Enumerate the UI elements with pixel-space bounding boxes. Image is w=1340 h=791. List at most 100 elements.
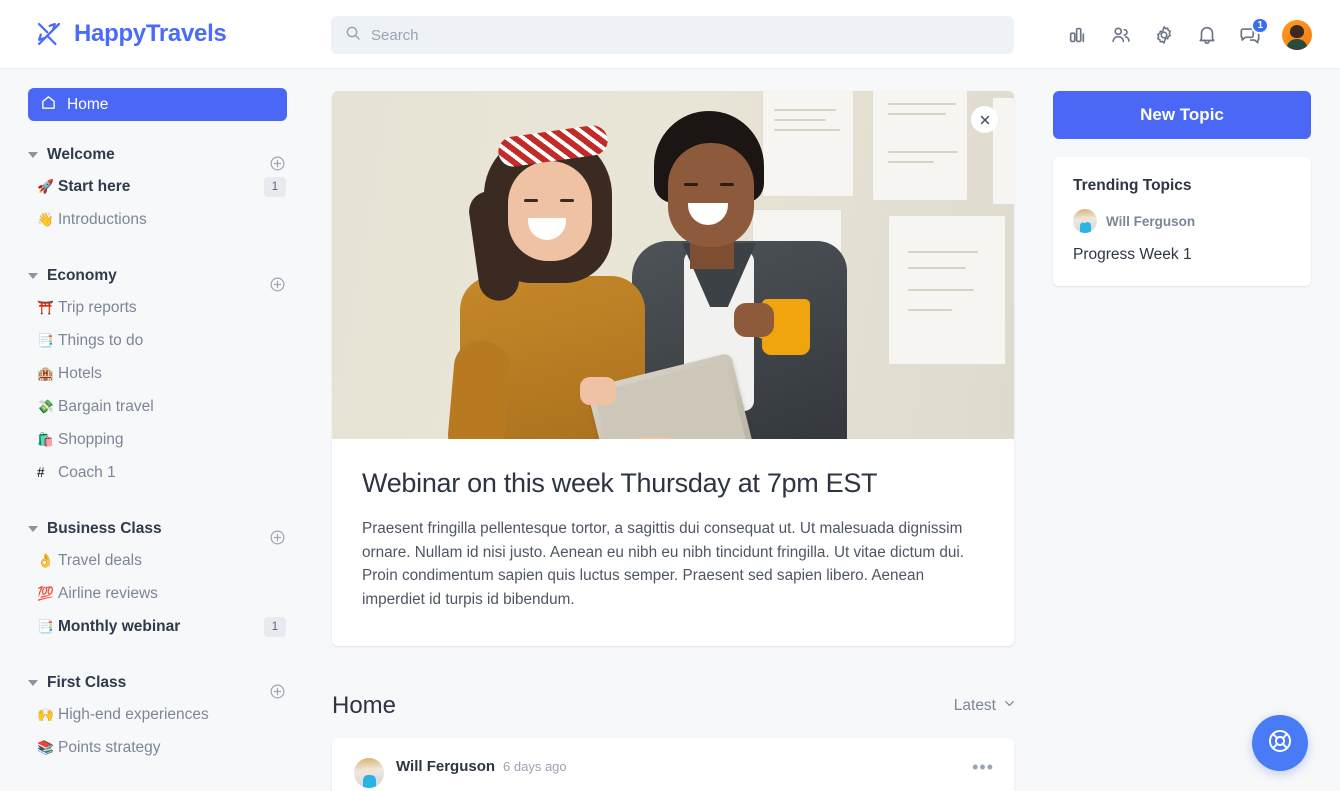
sidebar-item-introductions[interactable]: 👋 Introductions <box>28 203 287 236</box>
brand-name: HappyTravels <box>74 20 227 47</box>
sidebar-item-airline-reviews[interactable]: 💯 Airline reviews <box>28 577 287 610</box>
post-author-avatar <box>354 757 384 788</box>
sidebar-item-trip-reports[interactable]: ⛩️ Trip reports <box>28 291 287 324</box>
sidebar-group: Welcome 🚀 Start here 1 👋 Introductions <box>28 139 287 256</box>
sidebar-item-label: Travel deals <box>58 551 142 569</box>
sidebar-item-label: Hotels <box>58 364 102 382</box>
channel-emoji-icon: 🛍️ <box>37 431 54 447</box>
caret-down-icon <box>28 525 38 532</box>
header-icon-group: 1 <box>1067 0 1312 69</box>
sidebar-item-travel-deals[interactable]: 👌 Travel deals <box>28 544 287 577</box>
sidebar-item-hotels[interactable]: 🏨 Hotels <box>28 357 287 390</box>
sidebar-item-label: Monthly webinar <box>58 617 181 635</box>
channel-emoji-icon: 📑 <box>37 618 54 634</box>
sidebar-item-label: Things to do <box>58 331 144 349</box>
help-support-button[interactable] <box>1252 715 1308 771</box>
page-title: Home <box>332 691 397 719</box>
avatar[interactable] <box>1282 19 1312 50</box>
sidebar-item-things-to-do[interactable]: 📑 Things to do <box>28 324 287 357</box>
trending-topic-author[interactable]: Will Ferguson <box>1073 209 1291 233</box>
airplane-icon <box>35 20 63 48</box>
announcement-banner: Webinar on this week Thursday at 7pm EST… <box>332 91 1014 646</box>
sidebar-item-shopping[interactable]: 🛍️ Shopping <box>28 423 287 456</box>
trending-topic-title[interactable]: Progress Week 1 <box>1073 246 1291 264</box>
sidebar-item-coach-1[interactable]: # Coach 1 <box>28 456 287 489</box>
channel-emoji-icon: ⛩️ <box>37 299 54 315</box>
top-header-bar: HappyTravels Search 1 <box>0 0 1340 69</box>
channel-emoji-icon: 🚀 <box>37 178 54 194</box>
trending-author-name: Will Ferguson <box>1106 213 1196 229</box>
home-icon <box>40 94 57 116</box>
messages-badge: 1 <box>1251 16 1269 34</box>
gear-icon[interactable] <box>1153 24 1175 46</box>
sidebar-item-start-here[interactable]: 🚀 Start here 1 <box>28 170 287 203</box>
unread-count-badge: 1 <box>264 616 286 637</box>
sidebar-item-label: Introductions <box>58 210 147 228</box>
channel-emoji-icon: 🙌 <box>37 706 54 722</box>
sidebar-group: Business Class 👌 Travel deals 💯 Airline revi… <box>28 513 287 663</box>
post-author-name: Will Ferguson <box>396 757 496 775</box>
channel-emoji-icon: 📑 <box>37 332 54 348</box>
sidebar-item-points-strategy[interactable]: 📚 Points strategy <box>28 731 287 764</box>
sidebar-item-label: Airline reviews <box>58 584 158 602</box>
sidebar-item-label: Start here <box>58 177 131 195</box>
sidebar-item-label: Bargain travel <box>58 397 154 415</box>
brand-logo[interactable]: HappyTravels <box>35 20 295 48</box>
caret-down-icon <box>28 272 38 279</box>
sidebar-item-high-end-experiences[interactable]: 🙌 High-end experiences <box>28 698 287 731</box>
search-bar[interactable] <box>331 16 1014 54</box>
sidebar-item-home[interactable]: Home <box>28 88 287 121</box>
post-card[interactable]: Will Ferguson 6 days ago ••• <box>332 737 1014 791</box>
feed-header: Home Latest <box>332 692 1018 720</box>
sidebar-item-label: Coach 1 <box>58 463 116 481</box>
caret-down-icon <box>28 151 38 158</box>
channel-emoji-icon: 👌 <box>37 552 54 568</box>
channel-emoji-icon: 💯 <box>37 585 54 601</box>
post-menu-icon[interactable]: ••• <box>972 758 994 776</box>
sidebar-group-header[interactable]: First Class <box>28 667 287 698</box>
messages-icon[interactable]: 1 <box>1239 16 1269 46</box>
unread-count-badge: 1 <box>264 176 286 197</box>
sidebar-item-label: Trip reports <box>58 298 137 316</box>
sidebar-item-bargain-travel[interactable]: 💸 Bargain travel <box>28 390 287 423</box>
sidebar-group-header[interactable]: Business Class <box>28 513 287 544</box>
sidebar-item-label: Home <box>67 95 109 113</box>
main-content: Webinar on this week Thursday at 7pm EST… <box>315 69 1035 791</box>
analytics-icon[interactable] <box>1067 24 1089 46</box>
sidebar-item-label: High-end experiences <box>58 705 209 723</box>
search-input[interactable] <box>371 26 1000 44</box>
sidebar-group-header[interactable]: Welcome <box>28 139 287 170</box>
left-sidebar: Home Welcome 🚀 Start here 1 👋 Introductions Ec… <box>0 69 315 791</box>
members-icon[interactable] <box>1110 24 1132 46</box>
close-icon[interactable] <box>971 106 998 133</box>
sidebar-group-title: First Class <box>47 673 127 691</box>
sidebar-item-monthly-webinar[interactable]: 📑 Monthly webinar 1 <box>28 610 287 643</box>
sidebar-group: Economy ⛩️ Trip reports 📑 Things to do 🏨 Hotel… <box>28 260 287 509</box>
sidebar-group-title: Welcome <box>47 145 115 163</box>
new-topic-button[interactable]: New Topic <box>1053 91 1311 139</box>
search-icon <box>345 25 361 46</box>
channel-emoji-icon: 🏨 <box>37 365 54 381</box>
chevron-down-icon <box>1003 697 1016 715</box>
banner-title: Webinar on this week Thursday at 7pm EST <box>362 468 878 498</box>
banner-image <box>332 91 1014 439</box>
channel-emoji-icon: 👋 <box>37 211 54 227</box>
lifebuoy-help-icon <box>1266 727 1294 760</box>
channel-emoji-icon: 💸 <box>37 398 54 414</box>
bell-icon[interactable] <box>1196 24 1218 46</box>
trending-topics-card: Trending Topics Will Ferguson Progress W… <box>1053 157 1311 286</box>
feed-sort-dropdown[interactable]: Latest <box>954 697 1016 715</box>
channel-emoji-icon: # <box>37 465 45 480</box>
trending-author-avatar <box>1073 209 1097 233</box>
sidebar-group-header[interactable]: Economy <box>28 260 287 291</box>
sidebar-group-title: Business Class <box>47 519 162 537</box>
sidebar-group: First Class 🙌 High-end experiences 📚 Points … <box>28 667 287 784</box>
banner-body-text: Praesent fringilla pellentesque tortor, … <box>362 520 965 609</box>
feed-sort-label: Latest <box>953 696 996 714</box>
trending-topics-title: Trending Topics <box>1073 177 1192 194</box>
right-sidebar: New Topic Trending Topics Will Ferguson … <box>1035 69 1340 791</box>
